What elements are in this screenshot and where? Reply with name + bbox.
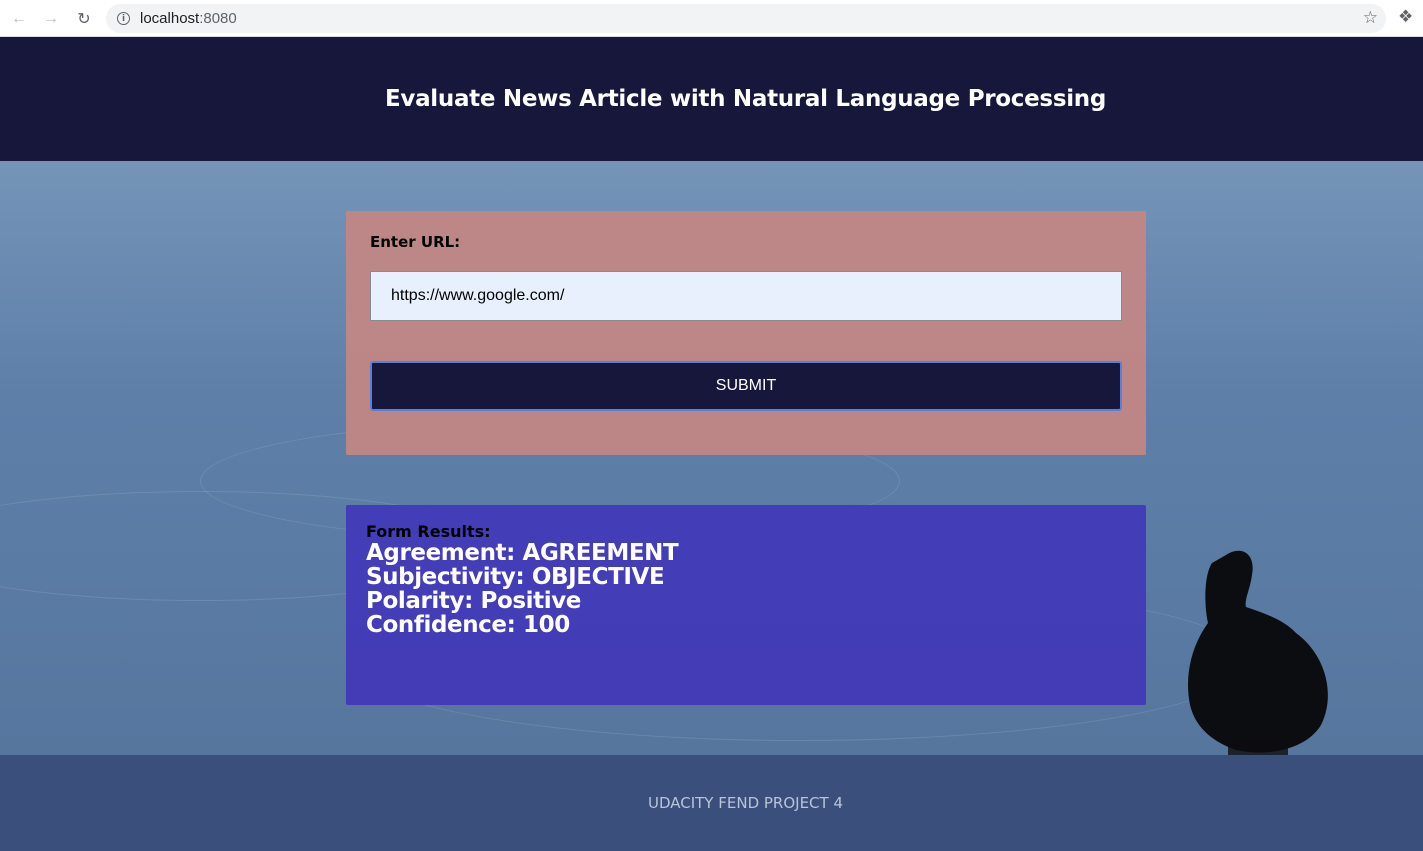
results-title: Form Results: [366, 522, 491, 541]
address-bar[interactable]: i localhost:8080 ☆ [106, 4, 1386, 33]
reload-icon[interactable]: ↻ [73, 8, 95, 30]
browser-toolbar: ← → ↻ i localhost:8080 ☆ ❖ [0, 0, 1423, 37]
result-agreement: Agreement: AGREEMENT [366, 540, 679, 566]
result-polarity: Polarity: Positive [366, 588, 581, 614]
bookmark-star-icon[interactable]: ☆ [1363, 8, 1378, 28]
submit-button-label: SUBMIT [715, 377, 777, 394]
page-header: Evaluate News Article with Natural Langu… [0, 37, 1423, 161]
back-arrow-icon[interactable]: ← [8, 8, 30, 30]
results-panel: Form Results: Agreement: AGREEMENT Subje… [346, 505, 1146, 705]
result-subjectivity: Subjectivity: OBJECTIVE [366, 564, 665, 590]
url-input[interactable]: https://www.google.com/ [370, 271, 1122, 321]
url-form: Enter URL: https://www.google.com/ SUBMI… [346, 211, 1146, 455]
extensions-puzzle-icon[interactable]: ❖ [1398, 7, 1413, 27]
url-field-label: Enter URL: [370, 233, 461, 251]
url-input-value: https://www.google.com/ [391, 287, 565, 304]
page-title: Evaluate News Article with Natural Langu… [384, 86, 1107, 112]
submit-button[interactable]: SUBMIT [370, 361, 1122, 411]
duck-silhouette [1188, 550, 1328, 755]
forward-arrow-icon[interactable]: → [40, 8, 62, 30]
info-icon[interactable]: i [117, 12, 130, 25]
page-footer: UDACITY FEND PROJECT 4 [0, 755, 1423, 851]
address-text[interactable]: localhost:8080 [140, 10, 237, 27]
result-confidence: Confidence: 100 [366, 612, 570, 638]
url-host: localhost [140, 10, 200, 27]
url-port: :8080 [199, 10, 237, 27]
footer-text: UDACITY FEND PROJECT 4 [647, 794, 844, 812]
